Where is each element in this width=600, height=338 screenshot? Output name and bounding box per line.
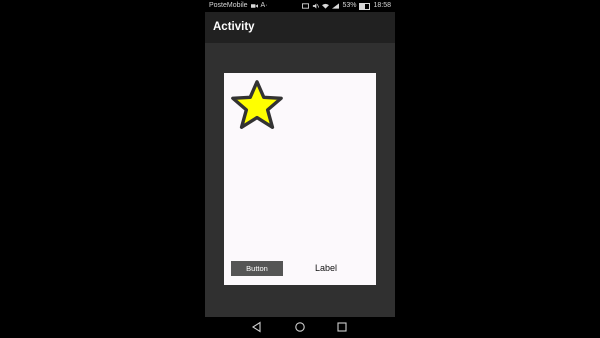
app-title: Activity bbox=[213, 21, 255, 33]
recents-icon[interactable] bbox=[336, 321, 348, 333]
video-icon bbox=[250, 4, 258, 8]
star-icon[interactable] bbox=[228, 77, 286, 135]
signal-icon bbox=[332, 3, 340, 9]
back-icon[interactable] bbox=[251, 321, 263, 333]
mute-icon bbox=[313, 3, 320, 9]
nfc-icon bbox=[302, 3, 310, 9]
battery-percent: 53% bbox=[342, 2, 357, 9]
canvas-panel: Button Label bbox=[224, 73, 376, 285]
content-area: Button Label bbox=[205, 43, 395, 317]
wifi-icon bbox=[322, 3, 330, 9]
carrier-name: PosteMobile bbox=[209, 2, 248, 9]
home-icon[interactable] bbox=[294, 321, 306, 333]
navigation-bar bbox=[205, 317, 395, 338]
status-bar: PosteMobile A· 53% 18:58 bbox=[205, 0, 395, 12]
status-extra: A· bbox=[260, 2, 268, 9]
clock: 18:58 bbox=[373, 2, 391, 9]
action-button[interactable]: Button bbox=[231, 261, 283, 276]
phone-screen: PosteMobile A· 53% 18:58 Activity Button… bbox=[205, 0, 395, 338]
battery-icon bbox=[359, 2, 371, 10]
text-label: Label bbox=[315, 263, 338, 273]
app-bar: Activity bbox=[205, 12, 395, 43]
